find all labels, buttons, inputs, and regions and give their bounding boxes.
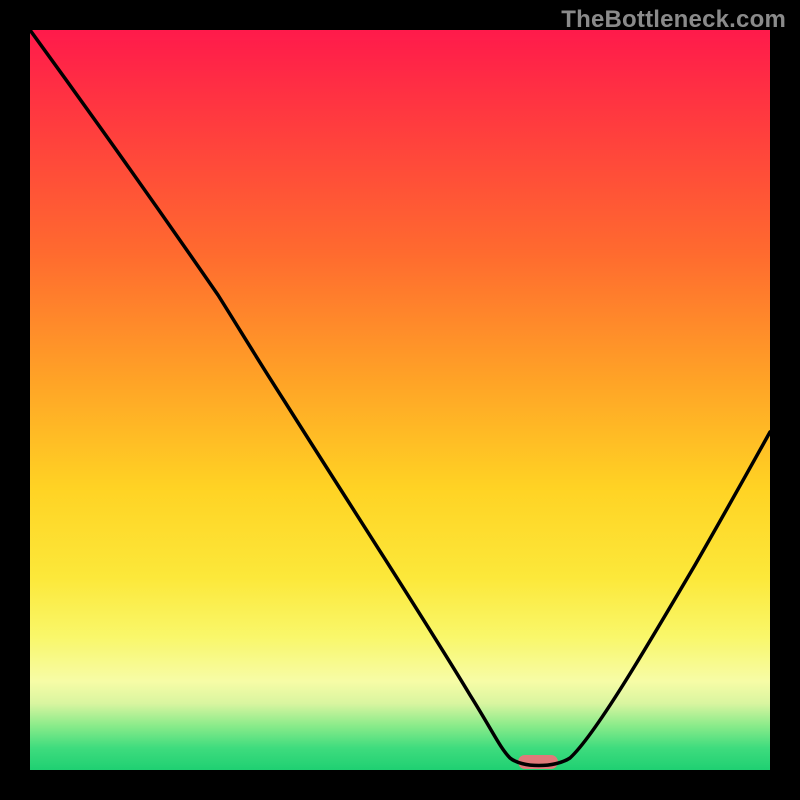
plot-area [30,30,770,770]
chart-frame: TheBottleneck.com [0,0,800,800]
bottleneck-curve [30,30,770,770]
bottleneck-curve-path [30,30,770,766]
